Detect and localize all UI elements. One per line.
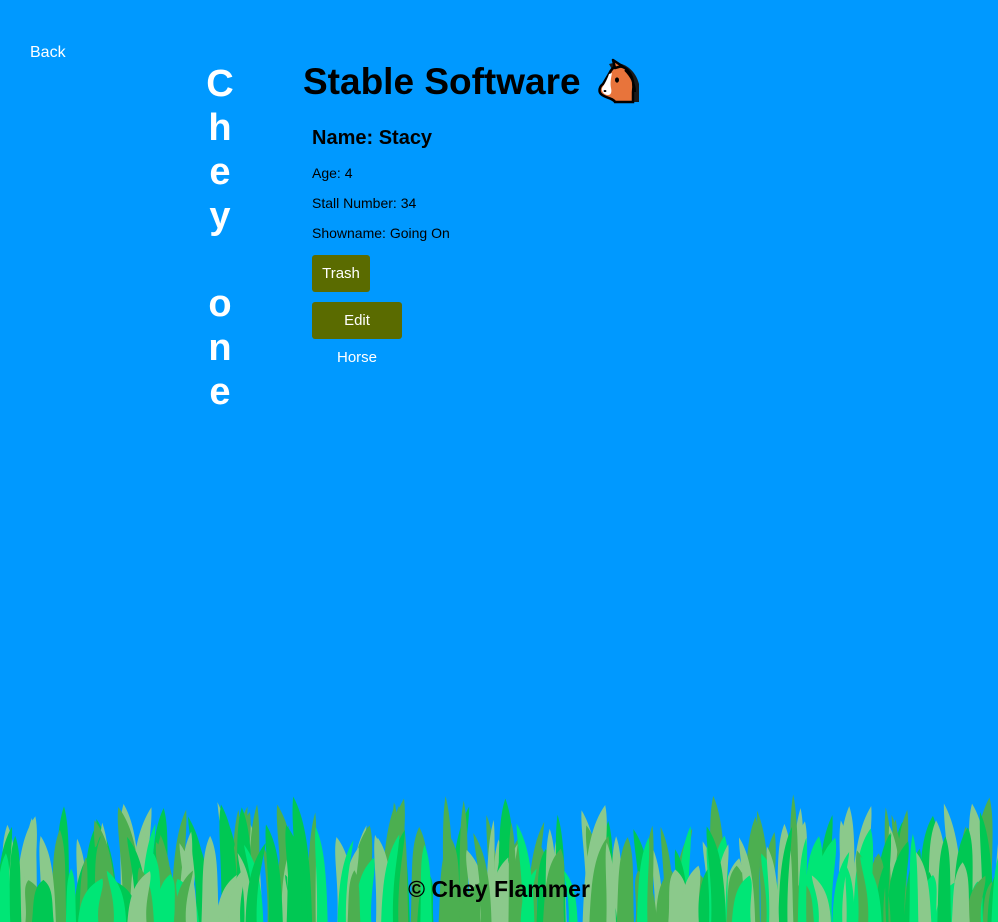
horse-name: Name: Stacy	[312, 127, 433, 149]
vertical-letter: y	[209, 195, 231, 237]
page-title: Stable Software	[303, 58, 643, 106]
back-link[interactable]: Back	[30, 44, 66, 62]
horse-face-icon	[595, 58, 643, 106]
vertical-letter-gap	[200, 238, 240, 282]
vertical-letter: n	[208, 327, 232, 369]
edit-horse-button[interactable]: Edit Horse	[312, 302, 402, 366]
horse-age: Age: 4	[312, 165, 353, 181]
footer-copyright: © Chey Flammer	[408, 876, 590, 902]
vertical-name: C h e y o n e	[200, 62, 240, 414]
trash-button[interactable]: Trash	[312, 255, 370, 292]
horse-details-card: Name: Stacy Age: 4 Stall Number: 34 Show…	[312, 124, 612, 366]
vertical-letter: o	[208, 283, 232, 325]
vertical-letter: h	[208, 107, 232, 149]
vertical-letter: e	[209, 151, 231, 193]
horse-stall-number: Stall Number: 34	[312, 195, 417, 211]
grass-blade	[508, 822, 517, 922]
vertical-letter: C	[206, 63, 234, 105]
page-title-text: Stable Software	[303, 61, 581, 102]
horse-showname: Showname: Going On	[312, 225, 450, 241]
vertical-letter: e	[209, 371, 231, 413]
